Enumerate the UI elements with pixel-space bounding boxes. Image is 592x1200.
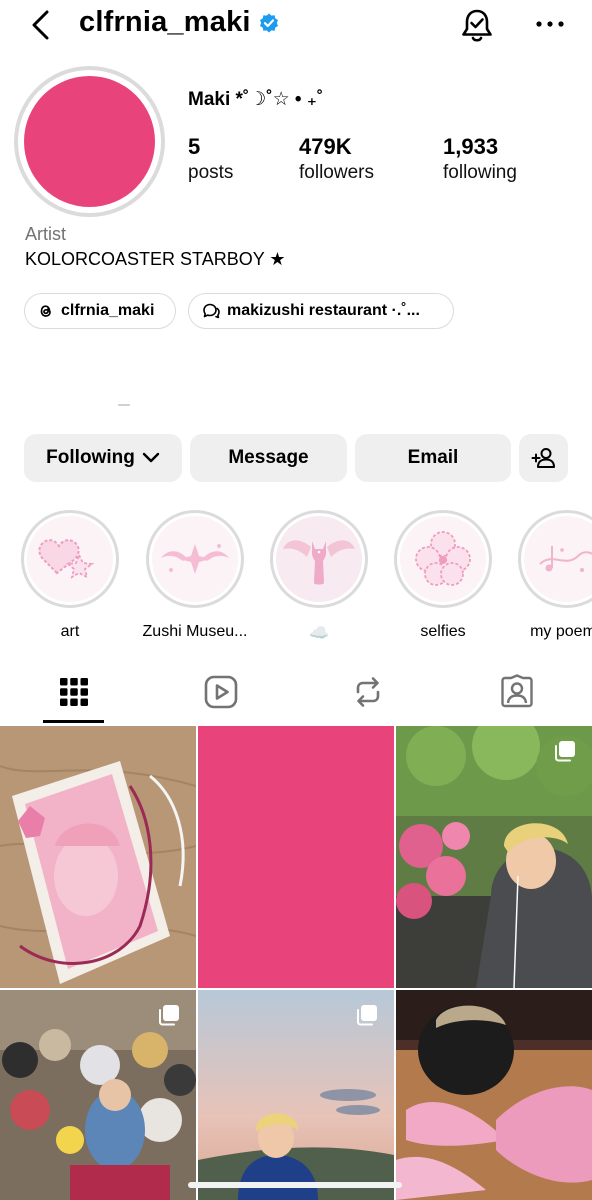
active-tab-indicator: [43, 720, 104, 723]
chevron-left-icon[interactable]: [28, 9, 56, 41]
following-button[interactable]: Following: [24, 434, 182, 482]
carousel-icon: [555, 741, 575, 762]
add-user-button[interactable]: [519, 434, 568, 482]
post-tile-pink[interactable]: [198, 726, 394, 988]
tagged-person-icon: [501, 674, 533, 708]
tab-tagged[interactable]: [497, 672, 537, 712]
reels-icon: [204, 675, 238, 709]
clover-icon: [415, 531, 471, 586]
post-tile-wings[interactable]: [396, 990, 592, 1200]
display-name: Maki *˚☽˚☆ • ₊˚: [188, 89, 324, 110]
messenger-channel-icon: [203, 303, 220, 319]
highlight-zushi-museum[interactable]: Zushi Museu...: [143, 510, 247, 640]
post-image: [396, 726, 592, 988]
tab-posts[interactable]: [54, 672, 94, 712]
highlight-ring: [146, 510, 244, 608]
channel-link-pill[interactable]: makizushi restaurant ·.˚...: [188, 293, 454, 329]
post-tile-flowers[interactable]: [396, 726, 592, 988]
highlight-label: my poems: [530, 623, 592, 640]
highlight-label: Zushi Museu...: [142, 623, 248, 640]
message-button[interactable]: Message: [190, 434, 347, 482]
highlight-label: art: [60, 623, 80, 640]
stat-followers[interactable]: 479K followers: [299, 134, 374, 186]
threads-link-pill[interactable]: clfrnia_maki: [24, 293, 176, 329]
post-tile-plushies[interactable]: [0, 990, 196, 1200]
post-tile-drawing[interactable]: [0, 726, 196, 988]
highlight-ring: [270, 510, 368, 608]
stat-following-count: 1,933: [443, 134, 499, 159]
repost-icon: [356, 677, 380, 707]
stat-followers-count: 479K: [299, 134, 352, 159]
chevron-down-icon: [142, 452, 160, 463]
pixel-heart-icon: [38, 539, 95, 579]
channel-link-label: makizushi restaurant ·.˚...: [227, 302, 420, 319]
sparkle-wing-icon: [161, 544, 229, 574]
stat-posts[interactable]: 5 posts: [188, 134, 233, 186]
highlight-ring: [21, 510, 119, 608]
highlight-art[interactable]: art: [21, 510, 119, 640]
highlight-label: ☁️: [309, 625, 329, 642]
carousel-icon: [357, 1005, 377, 1026]
highlight-ring: [394, 510, 492, 608]
bell-check-icon[interactable]: [458, 7, 496, 45]
post-tile-sunset[interactable]: [198, 990, 394, 1200]
profile-username-title: clfrnia_maki: [79, 6, 251, 38]
profile-category: Artist: [25, 224, 67, 244]
post-image: [396, 990, 592, 1200]
stat-followers-label: followers: [299, 162, 374, 183]
message-button-label: Message: [228, 447, 309, 468]
carousel-icon: [159, 1005, 179, 1026]
stat-posts-count: 5: [188, 134, 201, 159]
grid-icon: [60, 678, 88, 706]
divider-mark: [118, 404, 130, 406]
email-button[interactable]: Email: [355, 434, 511, 482]
post-image: [0, 726, 196, 988]
highlight-my-poems[interactable]: my poems: [518, 510, 592, 640]
stat-following-label: following: [443, 162, 517, 183]
tab-reposts[interactable]: [348, 672, 388, 712]
more-horizontal-icon[interactable]: [534, 12, 566, 36]
profile-bio: KOLORCOASTER STARBOY ★: [25, 249, 286, 269]
tab-reels[interactable]: [201, 672, 241, 712]
add-person-icon: [531, 448, 555, 468]
following-button-label: Following: [46, 447, 135, 468]
home-indicator[interactable]: [188, 1182, 402, 1188]
profile-header: clfrnia_maki: [0, 0, 592, 52]
threads-link-label: clfrnia_maki: [61, 302, 155, 319]
music-note-icon: [539, 546, 592, 572]
highlight-selfies[interactable]: selfies: [394, 510, 492, 640]
stat-posts-label: posts: [188, 162, 234, 183]
highlight-ring: [518, 510, 592, 608]
highlight-label: selfies: [420, 623, 466, 640]
stat-following[interactable]: 1,933 following: [443, 134, 517, 186]
threads-icon: [40, 305, 51, 317]
verified-badge-icon: [260, 13, 278, 33]
email-button-label: Email: [407, 447, 459, 468]
winged-cat-icon: [283, 540, 355, 585]
avatar[interactable]: [24, 76, 155, 207]
highlight-cloud[interactable]: ☁️: [270, 510, 368, 642]
